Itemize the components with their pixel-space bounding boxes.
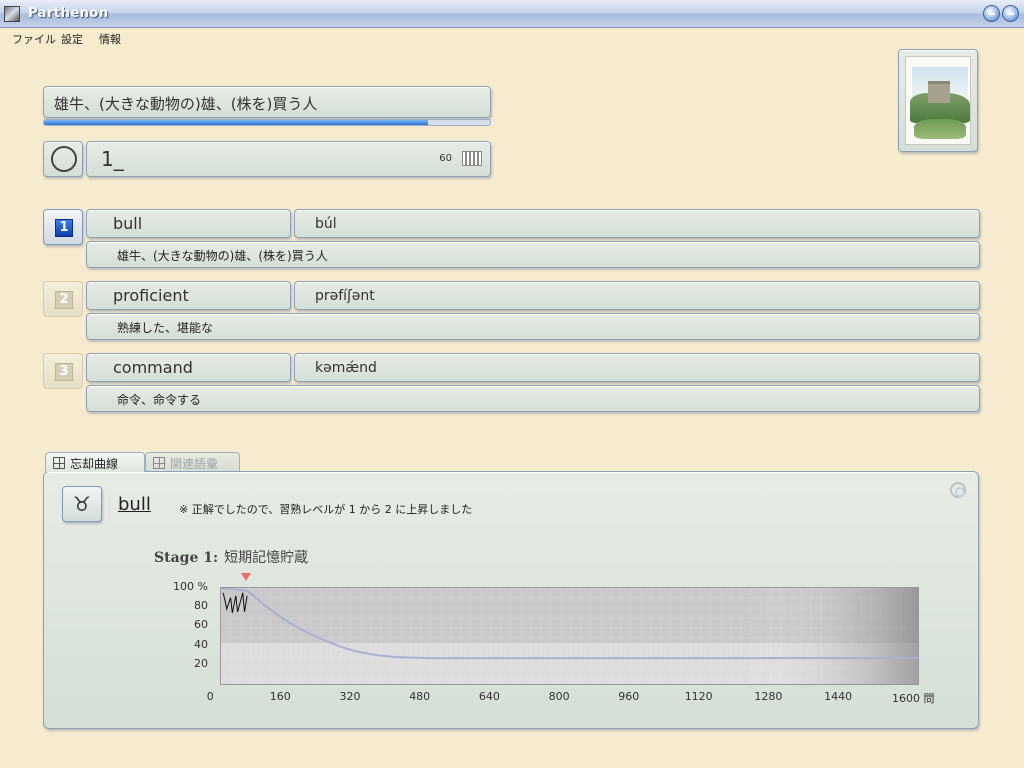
choice-3-number: 3 (55, 363, 73, 381)
maximize-button[interactable] (1002, 5, 1019, 22)
x-tick-label: 960 (618, 690, 640, 703)
y-tick-label: 20 (194, 656, 208, 670)
choice-2-pronunciation: prəfíʃənt (294, 281, 980, 310)
choice-1-meaning: 雄牛、(大きな動物の)雄、(株を)買う人 (86, 241, 980, 268)
stage-label: Stage 1: 短期記憶貯蔵 (154, 547, 308, 567)
correct-indicator-button[interactable] (43, 141, 83, 177)
stage-number: Stage 1: (154, 550, 219, 566)
tab-related-vocabulary[interactable]: 関連語彙 (145, 452, 240, 472)
question-box: 雄牛、(大きな動物の)雄、(株を)買う人 (43, 86, 491, 118)
grid-icon (153, 457, 165, 469)
answer-count: 60 (439, 153, 452, 164)
x-tick-label: 160 (269, 690, 291, 703)
choice-2-word[interactable]: proficient (86, 281, 291, 310)
tab-forgetting-curve[interactable]: 忘却曲線 (45, 452, 145, 472)
choice-1-button[interactable]: 1 (43, 209, 83, 245)
x-tick-label: 1600 問 (892, 692, 935, 705)
landscape-picture (905, 56, 971, 145)
choice-2-meaning: 熟練した、堪能な (86, 313, 980, 340)
x-tick-label: 320 (339, 690, 361, 703)
taurus-icon[interactable]: ♉ (62, 486, 102, 522)
progress-fill (44, 120, 428, 125)
menu-bar: ファイル 設定 情報 (0, 28, 1024, 48)
tab-related-vocabulary-label: 関連語彙 (170, 457, 219, 471)
refresh-icon[interactable] (950, 482, 966, 498)
choice-3-button[interactable]: 3 (43, 353, 83, 389)
current-position-marker (241, 573, 252, 581)
y-tick-label: 80 (194, 599, 208, 613)
window-title: Parthenon (28, 6, 109, 21)
y-tick-label: 100 % (173, 580, 208, 593)
x-tick-label: 800 (548, 690, 570, 703)
minimize-button[interactable] (983, 5, 1000, 22)
stage-name: 短期記憶貯蔵 (224, 550, 309, 566)
menu-file[interactable]: ファイル (12, 31, 56, 47)
forgetting-curve-chart (220, 587, 919, 685)
answer-text: 1_ (101, 147, 124, 171)
curve-plot (221, 588, 918, 684)
choice-1-word[interactable]: bull (86, 209, 291, 238)
app-icon (4, 6, 20, 22)
choice-1-pronunciation: búl (294, 209, 980, 238)
level-up-note: ※ 正解でしたので、習熟レベルが 1 から 2 に上昇しました (179, 503, 473, 516)
x-tick-label: 480 (409, 690, 431, 703)
choice-3-meaning: 命令、命令する (86, 385, 980, 412)
tab-forgetting-curve-label: 忘却曲線 (70, 457, 119, 471)
choice-1-number: 1 (55, 219, 73, 237)
grid-icon (53, 457, 65, 469)
choice-2-button[interactable]: 2 (43, 281, 83, 317)
y-tick-label: 40 (194, 637, 208, 651)
x-tick-label: 1280 (754, 690, 783, 703)
x-tick-label: 640 (478, 690, 500, 703)
menu-info[interactable]: 情報 (99, 31, 121, 47)
x-tick-label: 1120 (684, 690, 713, 703)
title-bar: Parthenon (0, 0, 1024, 28)
x-tick-label: 1440 (824, 690, 853, 703)
keyboard-icon (462, 151, 482, 166)
x-tick-label: 0 (206, 690, 214, 703)
choice-3-pronunciation: kəmǽnd (294, 353, 980, 382)
answer-input[interactable]: 1_ 60 (86, 141, 491, 177)
curve-word[interactable]: bull (118, 494, 151, 515)
menu-settings[interactable]: 設定 (61, 31, 83, 47)
circle-icon (51, 146, 77, 172)
choice-3-word[interactable]: command (86, 353, 291, 382)
word-image (898, 49, 978, 152)
progress-bar (43, 119, 491, 126)
y-tick-label: 60 (194, 618, 208, 632)
choice-2-number: 2 (55, 291, 73, 309)
